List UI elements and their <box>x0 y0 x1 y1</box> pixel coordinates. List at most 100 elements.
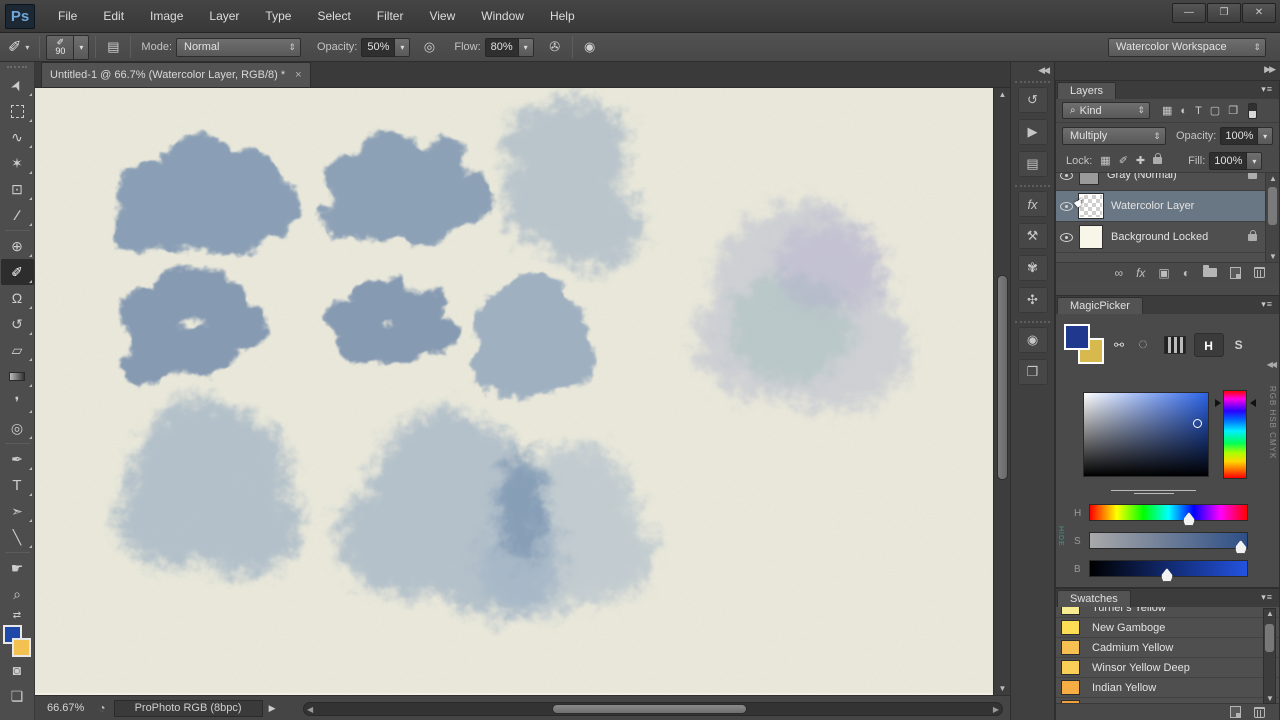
picker-foreground-swatch[interactable] <box>1064 324 1090 350</box>
scroll-down-icon[interactable]: ▼ <box>1264 694 1276 703</box>
layer-name[interactable]: Background Locked <box>1111 231 1208 243</box>
pen-tool[interactable]: ✒ <box>1 446 34 472</box>
horizontal-scroll-thumb[interactable] <box>552 704 747 714</box>
zoom-tool[interactable]: ⌕ <box>1 581 34 607</box>
brush-panel-toggle-icon[interactable]: ▤ <box>102 37 124 57</box>
lasso-tool[interactable]: ∿ <box>1 124 34 150</box>
swatch-row[interactable]: New Gamboge <box>1056 618 1279 638</box>
blur-tool[interactable]: ❜ <box>1 389 34 415</box>
link-colors-icon[interactable]: ⚯ <box>1114 338 1124 352</box>
swatches-tab[interactable]: Swatches <box>1057 590 1131 607</box>
color-wheel-icon[interactable]: ◌ <box>1138 336 1148 354</box>
minimize-button[interactable]: — <box>1172 3 1206 23</box>
swatch-row[interactable] <box>1056 698 1279 703</box>
saturation-slider-marker[interactable] <box>1235 540 1247 554</box>
brush-size-picker[interactable]: ✐ 90 <box>46 35 74 60</box>
layers-scrollbar[interactable]: ▲ ▼ <box>1265 173 1279 262</box>
layer-row-watercolor[interactable]: ☛ Watercolor Layer <box>1056 191 1279 222</box>
brightness-slider-marker[interactable] <box>1161 568 1173 582</box>
scroll-up-icon[interactable]: ▲ <box>994 90 1011 99</box>
color-sphere-panel-button[interactable]: ◉ <box>1018 327 1048 353</box>
layer-row-background[interactable]: Background Locked <box>1056 222 1279 253</box>
layers-tab[interactable]: Layers <box>1057 82 1116 99</box>
flow-value[interactable]: 80% <box>485 38 519 57</box>
history-panel-button[interactable]: ↺ <box>1018 87 1048 113</box>
swatch-row[interactable]: Indian Yellow <box>1056 678 1279 698</box>
actions-panel-button[interactable]: ▶ <box>1018 119 1048 145</box>
layer-blend-mode-select[interactable]: Multiply ⇕ <box>1062 127 1166 145</box>
healing-brush-tool[interactable]: ⊕ <box>1 233 34 259</box>
menu-layer[interactable]: Layer <box>196 0 252 33</box>
swatch-color[interactable] <box>1061 607 1080 615</box>
close-button[interactable]: ✕ <box>1242 3 1276 23</box>
eraser-tool[interactable]: ▱ <box>1 337 34 363</box>
menu-file[interactable]: File <box>45 0 90 33</box>
swatch-row[interactable]: Cadmium Yellow <box>1056 638 1279 658</box>
swatch-color[interactable] <box>1061 660 1080 675</box>
workspace-select[interactable]: Watercolor Workspace ⇕ <box>1108 38 1266 57</box>
hue-mode-button[interactable]: H <box>1194 333 1224 357</box>
layer-comps-panel-button[interactable]: ▤ <box>1018 151 1048 177</box>
dodge-tool[interactable]: ◎ <box>1 415 34 441</box>
new-swatch-icon[interactable] <box>1230 706 1241 718</box>
layer-styles-icon[interactable]: fx <box>1136 266 1145 280</box>
lock-paint-icon[interactable]: ✐ <box>1119 154 1128 167</box>
brush-panel-button[interactable]: ✣ <box>1018 287 1048 313</box>
magicpicker-tab[interactable]: MagicPicker <box>1057 297 1143 314</box>
line-tool[interactable]: ╲ <box>1 524 34 550</box>
delete-swatch-icon[interactable] <box>1254 707 1265 718</box>
saturation-brightness-field[interactable] <box>1083 392 1209 477</box>
swatch-row[interactable]: Turner's Yellow <box>1056 607 1279 618</box>
layer-row-gray[interactable]: Gray (Normal) <box>1056 173 1279 191</box>
brush-tool-selected[interactable]: ✐ <box>1 259 34 285</box>
new-layer-icon[interactable] <box>1230 267 1241 279</box>
menu-edit[interactable]: Edit <box>90 0 137 33</box>
delete-layer-icon[interactable] <box>1254 267 1265 278</box>
filter-toggle-switch[interactable] <box>1248 103 1257 119</box>
screen-mode-button[interactable]: ❏ <box>1 683 34 709</box>
layer-thumbnail[interactable] <box>1079 225 1103 249</box>
scroll-thumb[interactable] <box>1265 624 1274 652</box>
brush-size-dropdown-arrow[interactable]: ▾ <box>74 35 89 60</box>
toolbar-grip[interactable] <box>7 66 27 68</box>
swatch-row[interactable]: Winsor Yellow Deep <box>1056 658 1279 678</box>
swap-colors-icon[interactable]: ⇄ <box>1 607 34 623</box>
add-layer-mask-icon[interactable]: ▣ <box>1158 266 1169 280</box>
scroll-thumb[interactable] <box>1268 187 1277 225</box>
swatches-scrollbar[interactable]: ▲ ▼ <box>1263 608 1276 704</box>
visibility-eye-icon[interactable] <box>1060 233 1073 242</box>
status-sync-icon[interactable]: ◔ <box>98 701 105 715</box>
filter-smart-objects-icon[interactable]: ❐ <box>1228 104 1238 117</box>
visibility-eye-icon[interactable] <box>1060 173 1073 180</box>
hand-tool[interactable]: ☛ <box>1 555 34 581</box>
menu-help[interactable]: Help <box>537 0 588 33</box>
layer-opacity-arrow[interactable]: ▾ <box>1258 127 1273 145</box>
scroll-left-icon[interactable]: ◀ <box>307 705 313 714</box>
stripes-mode-icon[interactable] <box>1164 336 1186 354</box>
menu-filter[interactable]: Filter <box>364 0 417 33</box>
zoom-level[interactable]: 66.67% <box>47 702 84 714</box>
brightness-slider[interactable] <box>1089 560 1248 577</box>
lock-transparency-icon[interactable]: ▦ <box>1100 154 1110 167</box>
brush-presets-panel-button[interactable]: ✾ <box>1018 255 1048 281</box>
swatch-color[interactable] <box>1061 620 1080 635</box>
brush-tool-preview-icon[interactable]: ✐ <box>8 37 21 57</box>
tool-presets-panel-button[interactable]: ⚒ <box>1018 223 1048 249</box>
marquee-tool[interactable] <box>1 98 34 124</box>
type-tool[interactable]: T <box>1 472 34 498</box>
panels-collapse-icon[interactable]: ▶▶ <box>1055 62 1280 80</box>
pressure-size-icon[interactable]: ◉ <box>579 37 601 57</box>
saturation-slider[interactable] <box>1089 532 1248 549</box>
scroll-up-icon[interactable]: ▲ <box>1264 609 1276 618</box>
styles-panel-button[interactable]: fx <box>1018 191 1048 217</box>
menu-view[interactable]: View <box>416 0 468 33</box>
swatch-color[interactable] <box>1061 680 1080 695</box>
kuler-panel-button[interactable]: ❒ <box>1018 359 1048 385</box>
clone-stamp-tool[interactable]: Ω <box>1 285 34 311</box>
opacity-value[interactable]: 50% <box>361 38 395 57</box>
canvas[interactable] <box>35 88 993 695</box>
layers-panel-menu-icon[interactable]: ▾≡ <box>1255 80 1279 99</box>
layer-name[interactable]: Watercolor Layer <box>1111 200 1194 212</box>
eyedropper-tool[interactable]: ∕ <box>1 202 34 228</box>
maximize-button[interactable]: ❐ <box>1207 3 1241 23</box>
